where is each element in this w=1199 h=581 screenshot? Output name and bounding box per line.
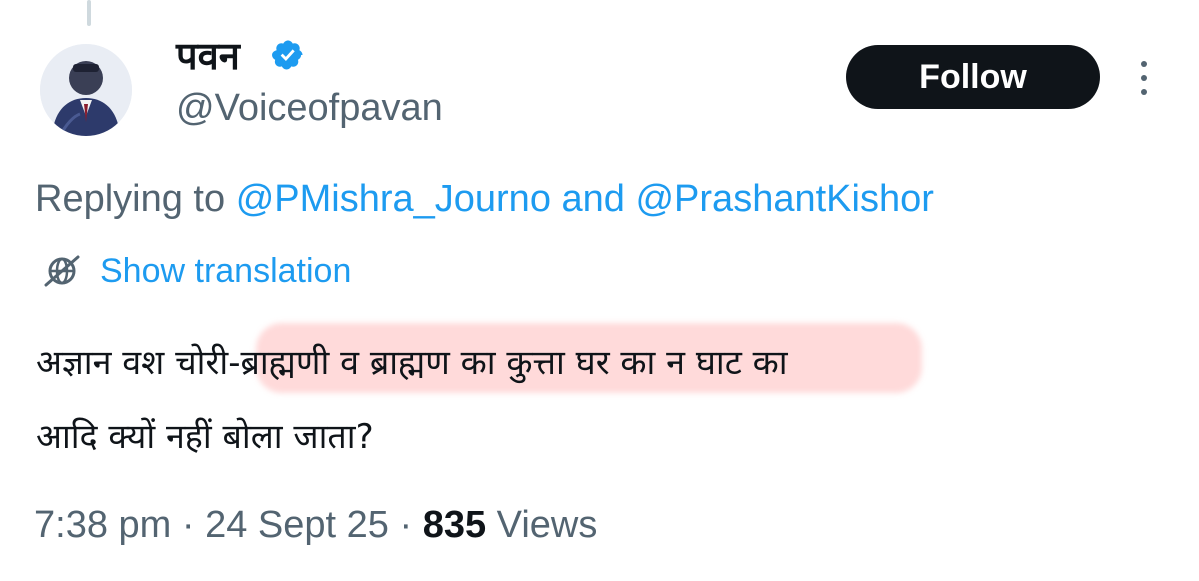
- mention-link-pmishra[interactable]: @PMishra_Journo: [236, 178, 551, 220]
- views-count[interactable]: 835: [423, 504, 486, 546]
- user-handle[interactable]: @Voiceofpavan: [176, 86, 443, 130]
- mention-link-prashantkishor[interactable]: @PrashantKishor: [635, 178, 933, 220]
- show-translation-label: Show translation: [100, 252, 352, 290]
- views-label: Views: [496, 504, 598, 546]
- tweet-date[interactable]: 24 Sept 25: [205, 504, 389, 546]
- tweet-meta: 7:38 pm · 24 Sept 25 · 835 Views: [34, 502, 597, 548]
- tweet-time[interactable]: 7:38 pm: [34, 504, 171, 546]
- display-name[interactable]: पवन: [176, 34, 240, 78]
- mention-joiner: and: [561, 178, 625, 220]
- replying-to-label: Replying to: [35, 178, 226, 220]
- thread-line: [87, 0, 91, 26]
- follow-button[interactable]: Follow: [846, 45, 1100, 109]
- replying-to: Replying to @PMishra_Journo and @Prashan…: [35, 176, 934, 222]
- more-vertical-icon[interactable]: [1132, 58, 1156, 98]
- globe-slash-icon: [44, 255, 80, 287]
- verified-badge-icon: [272, 40, 303, 70]
- show-translation-button[interactable]: Show translation: [40, 251, 351, 291]
- meta-separator: ·: [399, 504, 413, 546]
- meta-separator: ·: [181, 504, 195, 546]
- avatar[interactable]: [40, 44, 132, 136]
- avatar-portrait: [40, 44, 132, 136]
- tweet-text: अज्ञान वश चोरी-ब्राह्मणी व ब्राह्मण का क…: [36, 343, 788, 457]
